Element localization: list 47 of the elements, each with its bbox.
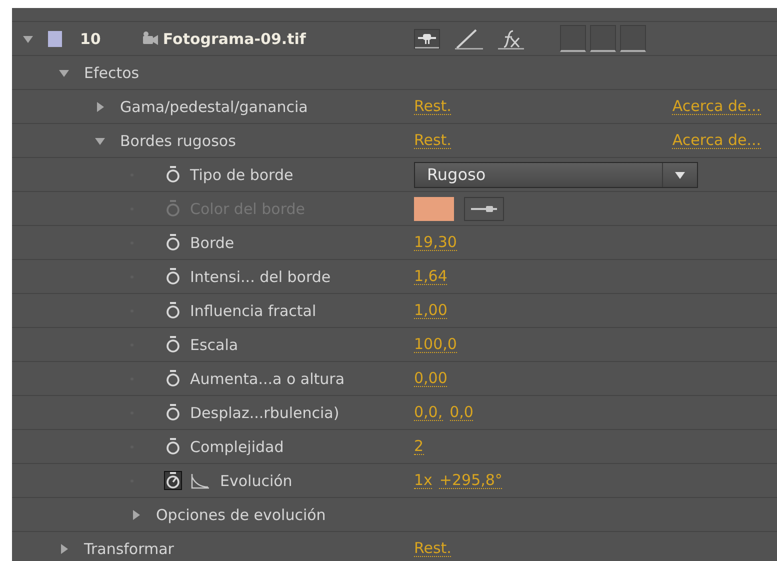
value-field[interactable]: 2 [414, 438, 424, 456]
twirl-right-icon[interactable] [130, 508, 142, 520]
property-name: Tipo de borde [190, 166, 294, 184]
group-name[interactable]: Transformar [84, 540, 174, 558]
property-name: Intensi... del borde [190, 268, 331, 286]
property-name: Evolución [220, 472, 292, 490]
twirl-right-icon[interactable] [94, 100, 106, 112]
property-name: Complejidad [190, 438, 284, 456]
shy-switch-icon[interactable] [414, 28, 440, 48]
footage-icon [140, 30, 159, 46]
property-name: Desplaz...rbulencia) [190, 404, 340, 422]
graph-icon[interactable] [190, 472, 210, 488]
eyedropper-button[interactable] [464, 196, 504, 220]
about-link[interactable]: Acerca de... [672, 98, 761, 116]
type-dropdown[interactable]: Rugoso [414, 162, 698, 188]
value-field[interactable]: 1x [414, 472, 432, 490]
switch-box[interactable] [590, 25, 616, 52]
layer-number: 10 [80, 30, 101, 48]
property-name: Influencia fractal [190, 302, 316, 320]
value-field[interactable]: 0,00 [414, 370, 448, 388]
stopwatch-icon[interactable] [164, 471, 182, 490]
value-field[interactable]: 0,0, [414, 404, 443, 422]
dropdown-arrow-icon [674, 170, 686, 180]
reset-link[interactable]: Rest. [414, 98, 452, 116]
value-field[interactable]: 0,0 [450, 404, 474, 422]
switch-box[interactable] [620, 25, 646, 52]
value-field[interactable]: +295,8° [439, 472, 502, 490]
value-field[interactable]: 19,30 [414, 234, 457, 252]
group-name[interactable]: Gama/pedestal/ganancia [120, 98, 308, 116]
reset-link[interactable]: Rest. [414, 132, 452, 150]
twirl-right-icon[interactable] [58, 542, 70, 554]
quality-switch-icon[interactable] [454, 28, 484, 50]
value-field[interactable]: 100,0 [414, 336, 457, 354]
layer-name[interactable]: Fotograma-09.tif [162, 30, 306, 48]
value-field[interactable]: 1,00 [414, 302, 448, 320]
label-color-swatch[interactable] [48, 30, 62, 46]
group-name[interactable]: Efectos [84, 64, 140, 82]
group-name[interactable]: Bordes rugosos [120, 132, 236, 150]
group-name[interactable]: Opciones de evolución [156, 506, 326, 524]
property-name: Aumenta...a o altura [190, 370, 345, 388]
switch-box[interactable] [560, 25, 586, 52]
property-name: Escala [190, 336, 238, 354]
reset-link[interactable]: Rest. [414, 540, 452, 558]
fx-switch-icon[interactable] [498, 28, 524, 50]
property-name: Borde [190, 234, 234, 252]
about-link[interactable]: Acerca de... [672, 132, 761, 150]
value-field[interactable]: 1,64 [414, 268, 448, 286]
